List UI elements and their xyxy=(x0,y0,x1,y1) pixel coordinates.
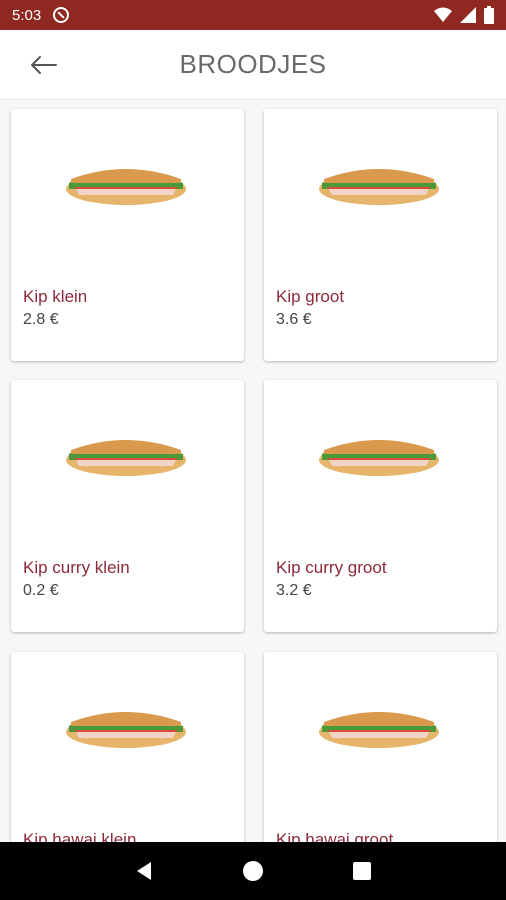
sandwich-image xyxy=(319,440,439,476)
product-card[interactable]: Kip hawai klein xyxy=(11,652,244,842)
recents-square-icon xyxy=(352,862,371,880)
product-name: Kip groot xyxy=(276,287,345,306)
sandwich-image xyxy=(319,712,439,748)
product-name: Kip klein xyxy=(23,287,88,306)
product-name: Kip curry groot xyxy=(276,558,387,577)
dnd-icon xyxy=(53,7,70,23)
product-name: Kip hawai groot xyxy=(276,830,394,842)
product-price: 2.8 € xyxy=(23,311,59,328)
nav-back-button[interactable] xyxy=(129,856,159,886)
sandwich-image xyxy=(319,169,439,205)
wifi-icon xyxy=(434,7,452,22)
signal-icon xyxy=(460,7,476,23)
product-card[interactable]: Kip hawai groot xyxy=(264,652,497,842)
product-card[interactable]: Kip curry klein 0.2 € xyxy=(11,380,244,632)
product-grid[interactable]: Kip klein 2.8 € Kip groot 3.6 € Kip curr… xyxy=(0,100,506,842)
page-title: BROODJES xyxy=(179,49,327,79)
battery-icon xyxy=(484,6,494,24)
home-circle-icon xyxy=(242,861,263,881)
product-card[interactable]: Kip curry groot 3.2 € xyxy=(264,380,497,632)
product-price: 0.2 € xyxy=(23,582,59,599)
app-bar: BROODJES xyxy=(0,30,506,100)
nav-home-button[interactable] xyxy=(238,856,268,886)
product-card[interactable]: Kip klein 2.8 € xyxy=(11,109,244,361)
product-price: 3.2 € xyxy=(276,582,312,599)
status-bar: 5:03 xyxy=(0,0,506,30)
sandwich-image xyxy=(66,169,186,205)
back-triangle-icon xyxy=(137,862,152,880)
sandwich-image xyxy=(66,440,186,476)
product-price: 3.6 € xyxy=(276,311,312,328)
status-icons xyxy=(434,6,494,24)
product-name: Kip hawai klein xyxy=(23,830,137,842)
system-nav-bar xyxy=(0,842,506,900)
nav-recents-button[interactable] xyxy=(347,856,377,886)
back-button[interactable] xyxy=(30,52,62,78)
product-card[interactable]: Kip groot 3.6 € xyxy=(264,109,497,361)
product-name: Kip curry klein xyxy=(23,558,130,577)
arrow-left-icon xyxy=(31,56,57,74)
status-time: 5:03 xyxy=(12,6,42,24)
sandwich-image xyxy=(66,712,186,748)
